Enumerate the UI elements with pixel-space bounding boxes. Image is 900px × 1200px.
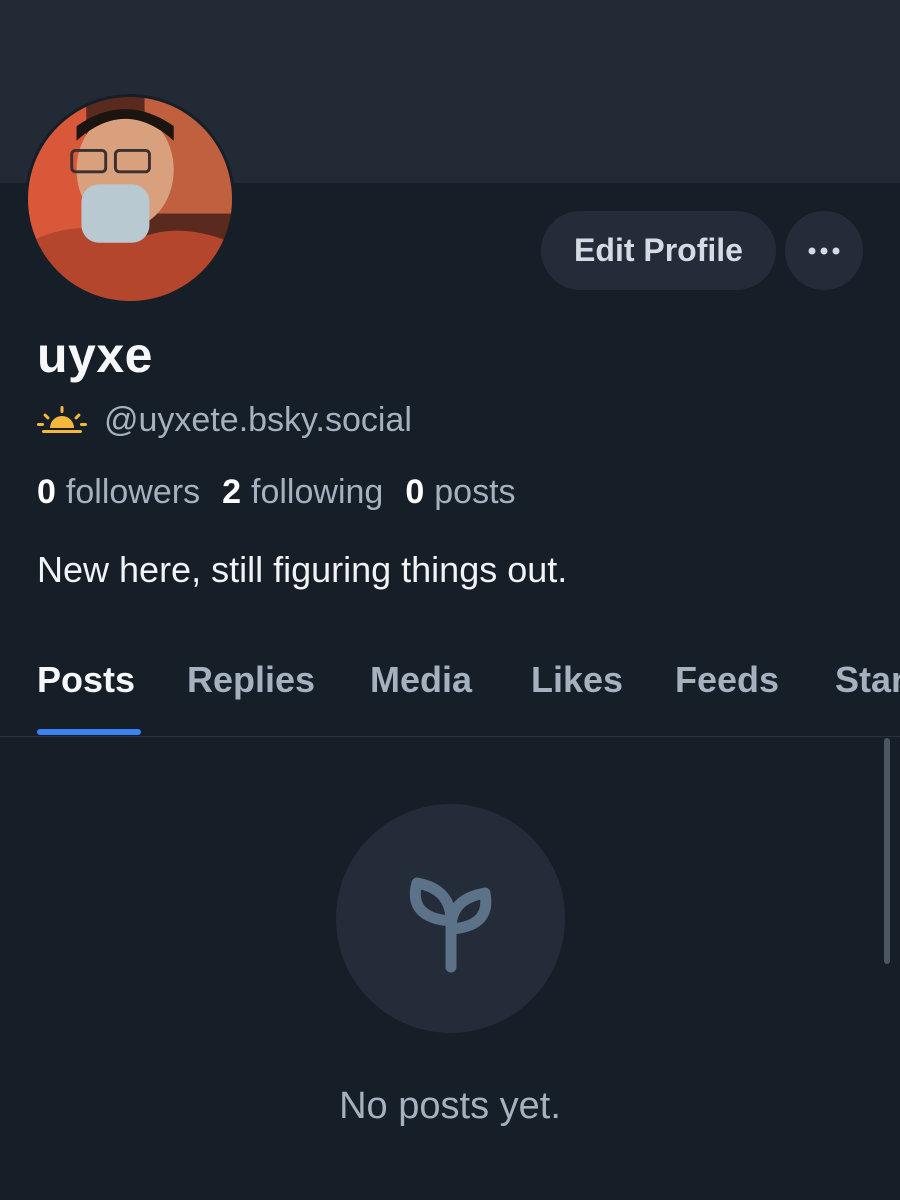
sunrise-icon xyxy=(37,404,87,436)
handle[interactable]: @uyxete.bsky.social xyxy=(104,401,412,440)
empty-state-message: No posts yet. xyxy=(339,1085,561,1127)
following-label: following xyxy=(251,472,384,511)
posts-stat: 0 posts xyxy=(405,473,515,512)
tab-replies[interactable]: Replies xyxy=(187,658,315,702)
avatar[interactable] xyxy=(25,94,235,304)
seedling-icon xyxy=(409,877,491,972)
following-count: 2 xyxy=(222,472,242,511)
empty-state-icon-circle xyxy=(336,804,565,1033)
tab-starter-packs[interactable]: Starter Packs xyxy=(835,658,900,702)
tab-media[interactable]: Media xyxy=(370,658,472,702)
posts-count: 0 xyxy=(405,472,425,511)
scrollbar[interactable] xyxy=(884,738,890,964)
tab-likes[interactable]: Likes xyxy=(531,658,623,702)
display-name: uyxe xyxy=(37,327,153,383)
posts-label: posts xyxy=(434,472,516,511)
tab-feeds[interactable]: Feeds xyxy=(675,658,779,702)
profile-stats: 0 followers 2 following 0 posts xyxy=(37,470,538,514)
edit-profile-button[interactable]: Edit Profile xyxy=(541,211,776,290)
followers-count: 0 xyxy=(37,472,56,511)
active-tab-indicator xyxy=(37,729,141,735)
profile-tabs: Posts Replies Media Likes Feeds Starter … xyxy=(0,640,900,737)
tab-posts[interactable]: Posts xyxy=(37,658,135,702)
profile-bio: New here, still figuring things out. xyxy=(37,549,568,590)
more-options-button[interactable] xyxy=(785,211,863,290)
followers-label: followers xyxy=(65,472,201,511)
avatar-photo xyxy=(28,97,232,301)
following-stat[interactable]: 2 following xyxy=(222,473,383,512)
handle-row: @uyxete.bsky.social xyxy=(37,398,412,442)
ellipsis-icon xyxy=(808,247,840,254)
followers-stat[interactable]: 0 followers xyxy=(37,473,200,512)
